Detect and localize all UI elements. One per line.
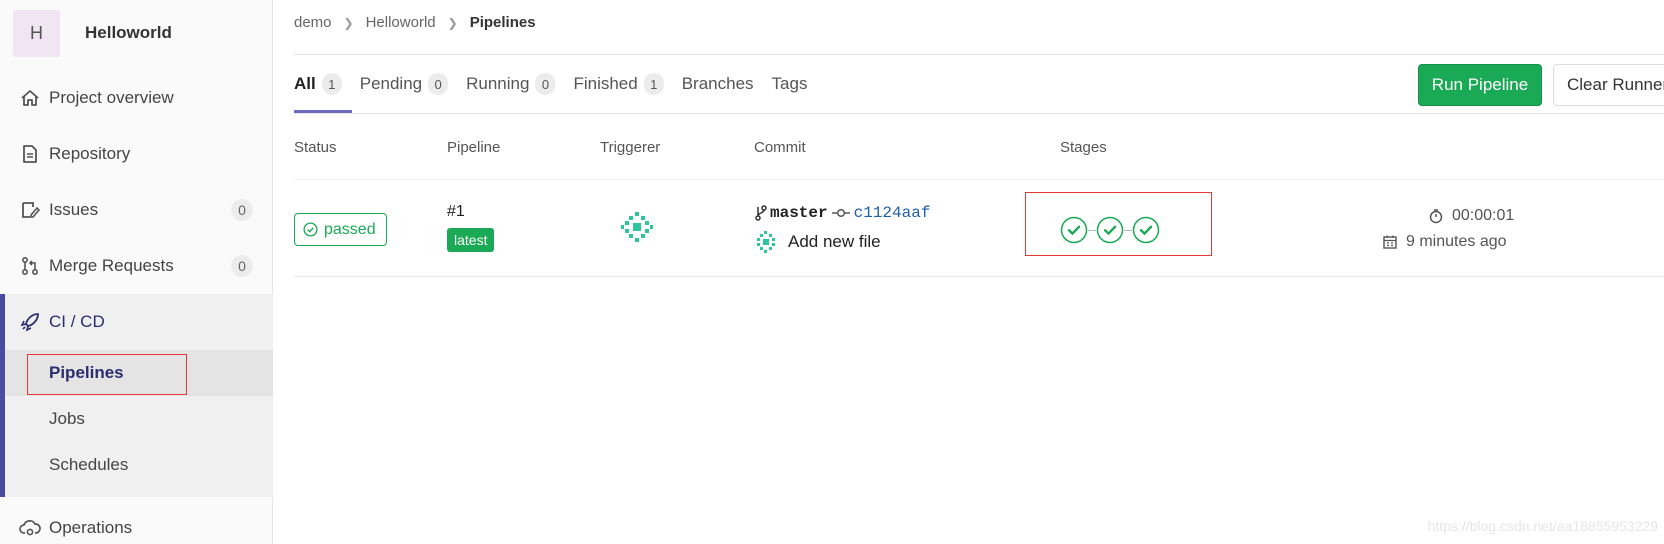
commit-ref: master c1124aaf	[754, 204, 930, 222]
sidebar-subitem-jobs[interactable]: Jobs	[5, 396, 273, 442]
highlight-box-stages	[1025, 192, 1212, 256]
rocket-icon	[20, 313, 39, 332]
column-header-commit: Commit	[754, 139, 806, 156]
calendar-icon	[1383, 235, 1397, 249]
tab-label: Tags	[771, 74, 808, 93]
sidebar-item-operations[interactable]: Operations	[0, 500, 273, 544]
triggerer-avatar[interactable]	[620, 210, 654, 244]
sidebar-subitem-label: Schedules	[49, 455, 129, 474]
chevron-right-icon: ❯	[343, 15, 354, 30]
tab-tags[interactable]: Tags	[772, 55, 808, 113]
home-icon	[21, 90, 39, 106]
column-header-pipeline: Pipeline	[447, 139, 501, 156]
pipeline-tabs: All 1 Pending 0 Running 0 Finished 1 Bra…	[294, 55, 825, 113]
merge-request-icon	[21, 256, 39, 276]
run-pipeline-button[interactable]: Run Pipeline	[1418, 64, 1542, 106]
latest-badge: latest	[447, 228, 495, 252]
duration-value: 00:00:01	[1452, 207, 1515, 224]
branch-icon	[755, 205, 767, 221]
tab-count-badge: 1	[643, 73, 664, 95]
check-circle-icon	[303, 222, 318, 237]
tab-branches[interactable]: Branches	[682, 55, 754, 113]
sidebar-item-label: Issues	[49, 200, 99, 219]
tab-label: Pending	[359, 74, 423, 93]
sidebar: H Helloworld Project overview Repository…	[0, 0, 273, 544]
sidebar-item-label: Project overview	[49, 88, 174, 107]
commit-title-link[interactable]: Add new file	[788, 232, 881, 252]
issues-icon	[22, 202, 41, 218]
commit-icon	[831, 208, 850, 218]
sidebar-item-project-overview[interactable]: Project overview	[0, 70, 273, 126]
sidebar-item-label: CI / CD	[49, 312, 105, 331]
column-header-triggerer: Triggerer	[600, 139, 661, 156]
tab-count-badge: 1	[321, 73, 342, 95]
divider	[294, 113, 1664, 114]
pipeline-status-badge[interactable]: passed	[294, 213, 387, 246]
sidebar-group-cicd: CI / CD Pipelines Jobs Schedules	[0, 294, 273, 497]
tab-label: All	[294, 74, 316, 93]
sidebar-subitem-label: Jobs	[49, 409, 85, 428]
tab-count-badge: 0	[535, 73, 556, 95]
finished-ago-value: 9 minutes ago	[1406, 233, 1507, 250]
breadcrumb: demo ❯ Helloworld ❯ Pipelines	[294, 14, 536, 31]
issues-count-badge: 0	[231, 199, 253, 221]
divider	[294, 179, 1664, 180]
commit-author-avatar[interactable]	[754, 230, 778, 254]
tab-all[interactable]: All 1	[294, 55, 352, 113]
pipeline-finished-time: 9 minutes ago	[1382, 233, 1507, 251]
pipeline-id-link[interactable]: #1	[447, 203, 465, 221]
tab-finished[interactable]: Finished 1	[573, 55, 664, 113]
tab-label: Finished	[573, 74, 638, 93]
sidebar-item-issues[interactable]: Issues 0	[0, 182, 273, 238]
timer-icon	[1429, 209, 1443, 224]
tab-running[interactable]: Running 0	[466, 55, 556, 113]
breadcrumb-link-demo[interactable]: demo	[294, 14, 332, 31]
sidebar-item-label: Merge Requests	[49, 256, 174, 275]
breadcrumb-link-helloworld[interactable]: Helloworld	[366, 14, 436, 31]
tab-pending[interactable]: Pending 0	[359, 55, 449, 113]
tab-label: Branches	[681, 74, 754, 93]
sidebar-item-cicd[interactable]: CI / CD	[5, 294, 273, 350]
chevron-right-icon: ❯	[447, 15, 458, 30]
status-label: passed	[324, 220, 376, 238]
divider	[294, 276, 1664, 277]
branch-name-link[interactable]: master	[770, 204, 828, 222]
sidebar-subitem-schedules[interactable]: Schedules	[5, 442, 273, 488]
project-avatar: H	[13, 9, 60, 57]
project-name: Helloworld	[85, 23, 172, 42]
merge-requests-count-badge: 0	[231, 255, 253, 277]
cloud-gear-icon	[19, 520, 41, 536]
commit-message: Add new file	[754, 230, 881, 254]
column-header-stages: Stages	[1060, 139, 1107, 156]
clear-runner-caches-button[interactable]: Clear Runner Caches	[1553, 64, 1664, 106]
column-header-status: Status	[294, 139, 337, 156]
sidebar-item-label: Repository	[49, 144, 131, 163]
tab-count-badge: 0	[428, 73, 449, 95]
tab-label: Running	[466, 74, 530, 93]
pipeline-duration: 00:00:01	[1428, 207, 1514, 225]
document-icon	[23, 145, 37, 163]
sidebar-item-merge-requests[interactable]: Merge Requests 0	[0, 238, 273, 294]
breadcrumb-current[interactable]: Pipelines	[470, 14, 536, 31]
main-content: demo ❯ Helloworld ❯ Pipelines All 1 Pend…	[294, 0, 1664, 544]
sidebar-item-label: Operations	[49, 518, 133, 537]
project-header[interactable]: H Helloworld	[0, 0, 272, 66]
commit-sha-link[interactable]: c1124aaf	[854, 204, 931, 222]
watermark: https://blog.csdn.net/aa18855953229	[1427, 518, 1658, 534]
highlight-box-pipelines	[27, 354, 187, 395]
sidebar-item-repository[interactable]: Repository	[0, 126, 273, 182]
